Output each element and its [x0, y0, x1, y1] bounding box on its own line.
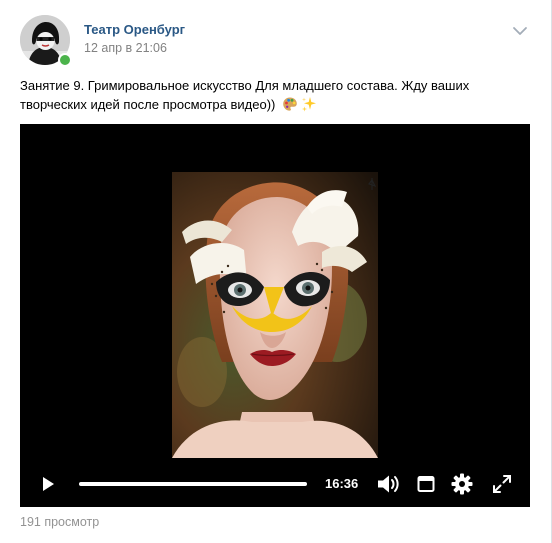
online-indicator	[58, 53, 72, 67]
post-card: Театр Оренбург 12 апр в 21:06 Занятие 9.…	[0, 0, 552, 543]
author-name[interactable]: Театр Оренбург	[84, 22, 185, 37]
fullscreen-icon[interactable]	[492, 474, 512, 494]
post-text-body: Занятие 9. Гримировальное искусство Для …	[20, 78, 470, 112]
post-date[interactable]: 12 апр в 21:06	[84, 41, 167, 55]
chevron-down-icon[interactable]	[512, 26, 528, 36]
play-icon[interactable]	[39, 475, 57, 493]
sparkles-icon	[301, 96, 317, 117]
video-thumbnail	[172, 172, 378, 458]
video-duration: 16:36	[325, 476, 359, 491]
video-progress-bar[interactable]	[79, 482, 307, 486]
settings-icon[interactable]	[451, 473, 473, 495]
volume-icon[interactable]	[376, 473, 400, 495]
post-text: Занятие 9. Гримировальное искусство Для …	[20, 76, 490, 117]
miniplayer-icon[interactable]	[417, 475, 435, 493]
palette-icon	[282, 96, 298, 117]
view-count: 191 просмотр	[20, 515, 100, 529]
video-player[interactable]: 16:36	[20, 124, 530, 507]
